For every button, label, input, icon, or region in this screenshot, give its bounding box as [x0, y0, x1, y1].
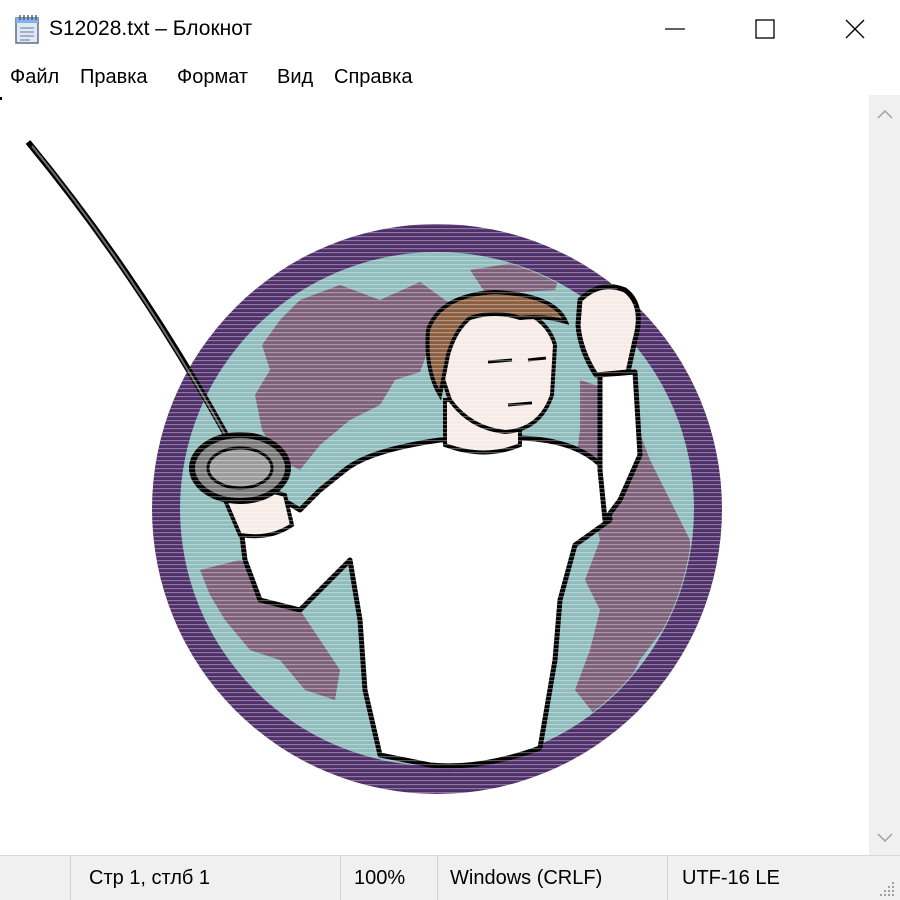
- fencer-ascii-art: [25, 140, 722, 794]
- menu-file[interactable]: Файл: [9, 64, 60, 90]
- status-cursor-position-cell: Стр 1, стлб 1: [70, 856, 340, 900]
- menu-edit[interactable]: Правка: [79, 64, 149, 90]
- maximize-icon: [755, 19, 775, 39]
- text-editor-area[interactable]: [0, 95, 869, 855]
- status-zoom-cell: 100%: [340, 856, 437, 900]
- menu-format[interactable]: Формат: [176, 64, 249, 90]
- minimize-icon: [665, 28, 685, 30]
- notepad-icon: [15, 15, 39, 44]
- status-line-endings: Windows (CRLF): [450, 867, 603, 889]
- close-button[interactable]: [810, 0, 900, 58]
- title-bar[interactable]: S12028.txt – Блокнот: [0, 0, 900, 58]
- status-zoom: 100%: [354, 867, 406, 889]
- window-title: S12028.txt – Блокнот: [49, 17, 253, 40]
- scroll-down-arrow-icon[interactable]: [876, 831, 894, 845]
- close-icon: [845, 19, 865, 39]
- menu-bar: Файл Правка Формат Вид Справка: [0, 58, 900, 96]
- status-cursor-position: Стр 1, стлб 1: [89, 867, 211, 889]
- menu-view[interactable]: Вид: [276, 64, 314, 90]
- status-encoding: UTF-16 LE: [682, 867, 780, 889]
- vertical-scrollbar[interactable]: [869, 95, 900, 855]
- status-encoding-cell: UTF-16 LE: [667, 856, 900, 900]
- minimize-button[interactable]: [630, 0, 720, 58]
- menu-help[interactable]: Справка: [333, 64, 413, 90]
- scroll-up-arrow-icon[interactable]: [876, 107, 894, 121]
- status-bar: Стр 1, стлб 1 100% Windows (CRLF) UTF-16…: [0, 855, 900, 900]
- maximize-button[interactable]: [720, 0, 810, 58]
- status-line-endings-cell: Windows (CRLF): [437, 856, 667, 900]
- resize-grip-icon[interactable]: [878, 880, 896, 898]
